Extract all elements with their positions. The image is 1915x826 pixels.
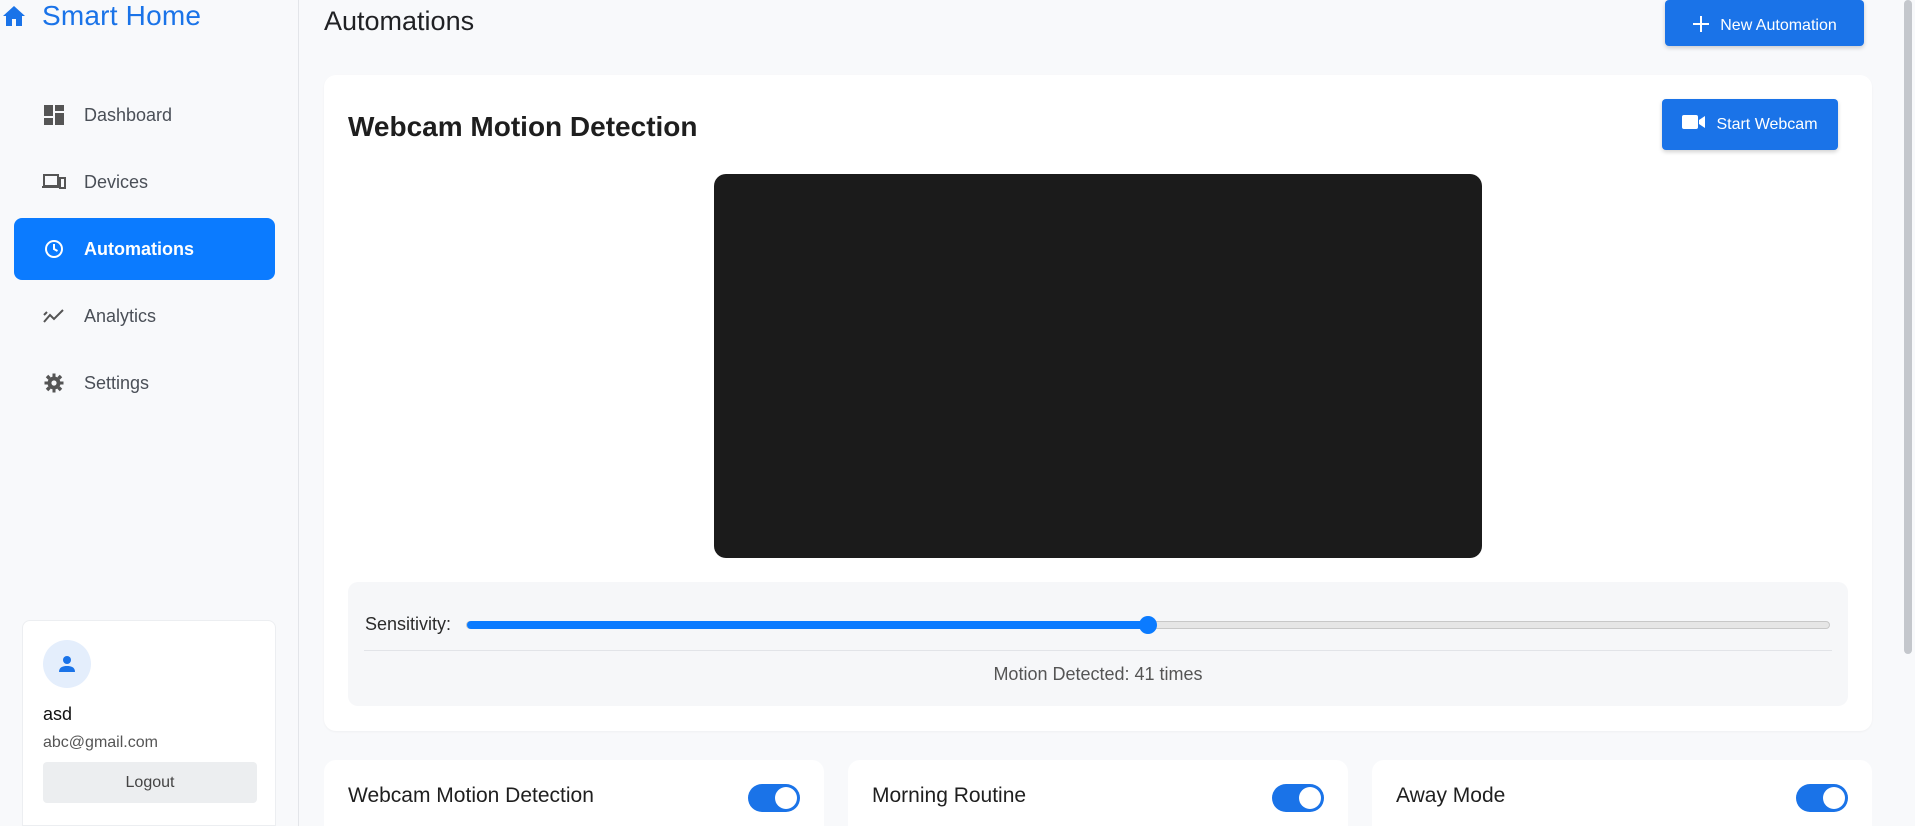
webcam-video <box>714 174 1482 558</box>
page-title: Automations <box>324 6 475 36</box>
new-automation-label: New Automation <box>1720 17 1837 34</box>
motion-count: Motion Detected: 41 times <box>993 664 1203 684</box>
user-email: abc@gmail.com <box>43 734 158 751</box>
sidebar-item-settings[interactable]: Settings <box>14 352 275 414</box>
toggle-knob <box>1299 787 1321 809</box>
start-webcam-label: Start Webcam <box>1716 115 1818 133</box>
plus-icon <box>1692 15 1710 38</box>
home-icon <box>0 2 28 30</box>
avatar <box>43 640 91 688</box>
new-automation-button[interactable]: New Automation <box>1665 0 1864 46</box>
sidebar-item-label: Devices <box>84 171 149 192</box>
page-scrollbar[interactable] <box>1901 0 1915 826</box>
scrollbar-thumb[interactable] <box>1904 0 1912 654</box>
logout-button[interactable]: Logout <box>43 762 257 803</box>
sensitivity-label: Sensitivity: <box>365 614 452 634</box>
sidebar-item-analytics[interactable]: Analytics <box>14 285 275 347</box>
automation-name: Webcam Motion Detection <box>348 784 594 807</box>
automation-card: Webcam Motion Detection <box>324 760 824 826</box>
user-card: asd abc@gmail.com Logout <box>22 620 276 826</box>
sidebar-item-label: Settings <box>84 372 150 393</box>
brand[interactable]: Smart Home <box>0 0 201 32</box>
sensitivity-controls: Sensitivity: Motion Detected: 41 times <box>348 582 1848 706</box>
analytics-icon <box>42 304 66 328</box>
sidebar-item-devices[interactable]: Devices <box>14 151 275 213</box>
automation-toggle[interactable] <box>1796 784 1848 812</box>
automation-card: Morning Routine <box>848 760 1348 826</box>
divider <box>364 650 1832 651</box>
automation-name: Morning Routine <box>872 784 1027 807</box>
videocam-icon <box>1682 114 1706 135</box>
automation-toggle[interactable] <box>748 784 800 812</box>
clock-icon <box>42 237 66 261</box>
brand-title: Smart Home <box>42 0 202 31</box>
devices-icon <box>42 170 66 194</box>
slider-thumb[interactable] <box>1139 616 1157 634</box>
sensitivity-slider[interactable] <box>466 616 1830 634</box>
slider-fill <box>467 621 1148 629</box>
automation-name: Away Mode <box>1396 784 1506 807</box>
automation-toggle[interactable] <box>1272 784 1324 812</box>
user-icon <box>59 656 75 672</box>
user-name: asd <box>43 704 73 724</box>
card-title: Webcam Motion Detection <box>348 111 698 142</box>
toggle-knob <box>775 787 797 809</box>
sidebar-item-label: Analytics <box>84 305 157 326</box>
sidebar-item-label: Dashboard <box>84 104 173 125</box>
start-webcam-button[interactable]: Start Webcam <box>1662 99 1838 150</box>
sidebar-nav: Dashboard Devices Automations Analytics … <box>14 84 275 419</box>
sidebar-item-dashboard[interactable]: Dashboard <box>14 84 275 146</box>
dashboard-icon <box>42 103 66 127</box>
sidebar-item-label: Automations <box>84 238 194 259</box>
webcam-card: Webcam Motion Detection Start Webcam Sen… <box>324 75 1872 731</box>
gear-icon <box>42 371 66 395</box>
toggle-knob <box>1823 787 1845 809</box>
automation-card: Away Mode <box>1372 760 1872 826</box>
sidebar-item-automations[interactable]: Automations <box>14 218 275 280</box>
sidebar: Smart Home Dashboard Devices Automations… <box>0 0 299 826</box>
